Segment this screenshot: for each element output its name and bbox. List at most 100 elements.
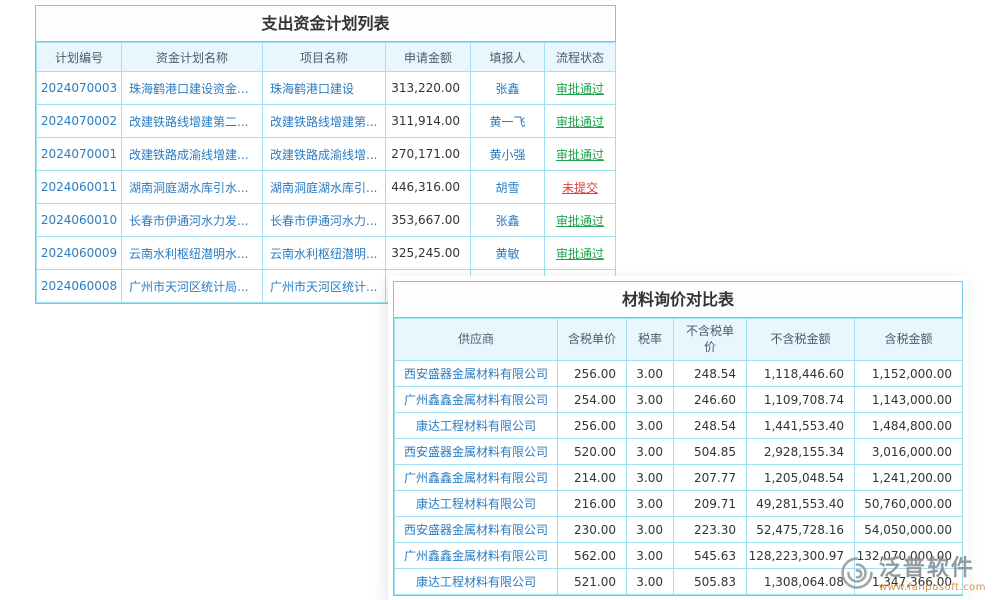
supplier-link[interactable]: 西安盛器金属材料有限公司 [395,439,558,465]
supplier-link[interactable]: 西安盛器金属材料有限公司 [395,361,558,387]
table-row[interactable]: 2024070001 改建铁路成渝线增建... 改建铁路成渝线增... 270,… [37,138,616,171]
table-row[interactable]: 康达工程材料有限公司 256.00 3.00 248.54 1,441,553.… [395,413,963,439]
plan-name-link[interactable]: 珠海鹤港口建设资金... [122,72,263,105]
project-name-link[interactable]: 珠海鹤港口建设 [263,72,386,105]
amount-excl-tax-value: 128,223,300.97 [747,543,855,569]
plan-name-link[interactable]: 云南水利枢纽潜明水... [122,237,263,270]
project-name-link[interactable]: 湖南洞庭湖水库引... [263,171,386,204]
project-name-link[interactable]: 广州市天河区统计... [263,270,386,303]
amount-excl-tax-value: 52,475,728.16 [747,517,855,543]
supplier-link[interactable]: 广州鑫鑫金属材料有限公司 [395,387,558,413]
project-name-link[interactable]: 长春市伊通河水力... [263,204,386,237]
amount-excl-tax-value: 2,928,155.34 [747,439,855,465]
supplier-link[interactable]: 广州鑫鑫金属材料有限公司 [395,465,558,491]
supplier-link[interactable]: 康达工程材料有限公司 [395,491,558,517]
plan-no-link[interactable]: 2024060010 [37,204,122,237]
filler-name: 张鑫 [471,204,545,237]
supplier-link[interactable]: 西安盛器金属材料有限公司 [395,517,558,543]
tax-rate-value: 3.00 [627,361,674,387]
amount-incl-tax-value: 50,760,000.00 [855,491,963,517]
flow-status-link[interactable]: 审批通过 [556,148,604,162]
price-excl-tax-value: 246.60 [674,387,747,413]
fanpu-logo-icon [840,556,874,594]
table-row[interactable]: 2024060010 长春市伊通河水力发... 长春市伊通河水力... 353,… [37,204,616,237]
amount-incl-tax-value: 1,143,000.00 [855,387,963,413]
plan-no-link[interactable]: 2024070002 [37,105,122,138]
flow-status-link[interactable]: 审批通过 [556,214,604,228]
project-name-link[interactable]: 改建铁路成渝线增... [263,138,386,171]
material-inquiry-table: 供应商 含税单价 税率 不含税单价 不含税金额 含税金额 西安盛器金属材料有限公… [394,318,963,595]
table-row[interactable]: 广州鑫鑫金属材料有限公司 214.00 3.00 207.77 1,205,04… [395,465,963,491]
plan-name-link[interactable]: 湖南洞庭湖水库引水... [122,171,263,204]
apply-amount-value: 311,914.00 [386,105,471,138]
price-incl-tax-value: 520.00 [558,439,627,465]
table-row[interactable]: 2024060009 云南水利枢纽潜明水... 云南水利枢纽潜明... 325,… [37,237,616,270]
price-incl-tax-value: 230.00 [558,517,627,543]
plan-name-link[interactable]: 长春市伊通河水力发... [122,204,263,237]
column-header-price-excl-tax: 不含税单价 [674,319,747,361]
price-incl-tax-value: 521.00 [558,569,627,595]
amount-incl-tax-value: 3,016,000.00 [855,439,963,465]
price-incl-tax-value: 256.00 [558,413,627,439]
column-header-price-incl-tax: 含税单价 [558,319,627,361]
column-header-amount-excl-tax: 不含税金额 [747,319,855,361]
filler-name: 黄一飞 [471,105,545,138]
plan-no-link[interactable]: 2024060011 [37,171,122,204]
table-row[interactable]: 2024070002 改建铁路线增建第二... 改建铁路线增建第... 311,… [37,105,616,138]
amount-incl-tax-value: 1,484,800.00 [855,413,963,439]
supplier-link[interactable]: 康达工程材料有限公司 [395,569,558,595]
price-excl-tax-value: 545.63 [674,543,747,569]
column-header-plan-no: 计划编号 [37,43,122,72]
material-inquiry-panel: 材料询价对比表 供应商 含税单价 税率 不含税单价 不含税金额 含税金额 西安盛… [393,281,963,596]
project-name-link[interactable]: 改建铁路线增建第... [263,105,386,138]
apply-amount-value: 353,667.00 [386,204,471,237]
column-header-project-name: 项目名称 [263,43,386,72]
table-row[interactable]: 康达工程材料有限公司 216.00 3.00 209.71 49,281,553… [395,491,963,517]
filler-name: 黄敏 [471,237,545,270]
table-row[interactable]: 2024070003 珠海鹤港口建设资金... 珠海鹤港口建设 313,220.… [37,72,616,105]
table-row[interactable]: 西安盛器金属材料有限公司 256.00 3.00 248.54 1,118,44… [395,361,963,387]
amount-incl-tax-value: 1,152,000.00 [855,361,963,387]
plan-no-link[interactable]: 2024060008 [37,270,122,303]
apply-amount-value: 313,220.00 [386,72,471,105]
filler-name: 张鑫 [471,72,545,105]
watermark-brand: 泛普软件 [879,557,986,581]
table-row[interactable]: 西安盛器金属材料有限公司 230.00 3.00 223.30 52,475,7… [395,517,963,543]
plan-name-link[interactable]: 改建铁路线增建第二... [122,105,263,138]
column-header-supplier: 供应商 [395,319,558,361]
tax-rate-value: 3.00 [627,543,674,569]
price-incl-tax-value: 216.00 [558,491,627,517]
table-row[interactable]: 广州鑫鑫金属材料有限公司 254.00 3.00 246.60 1,109,70… [395,387,963,413]
plan-no-link[interactable]: 2024070003 [37,72,122,105]
flow-status-link[interactable]: 审批通过 [556,247,604,261]
flow-status-link[interactable]: 审批通过 [556,115,604,129]
amount-excl-tax-value: 1,118,446.60 [747,361,855,387]
flow-status-link[interactable]: 审批通过 [556,82,604,96]
plan-no-link[interactable]: 2024060009 [37,237,122,270]
price-incl-tax-value: 562.00 [558,543,627,569]
flow-status-link[interactable]: 未提交 [562,181,598,195]
table-row[interactable]: 2024060011 湖南洞庭湖水库引水... 湖南洞庭湖水库引... 446,… [37,171,616,204]
expenditure-plan-title: 支出资金计划列表 [36,6,615,42]
project-name-link[interactable]: 云南水利枢纽潜明... [263,237,386,270]
table-row[interactable]: 西安盛器金属材料有限公司 520.00 3.00 504.85 2,928,15… [395,439,963,465]
column-header-amount-incl-tax: 含税金额 [855,319,963,361]
price-excl-tax-value: 248.54 [674,413,747,439]
price-excl-tax-value: 207.77 [674,465,747,491]
supplier-link[interactable]: 广州鑫鑫金属材料有限公司 [395,543,558,569]
column-header-filler: 填报人 [471,43,545,72]
tax-rate-value: 3.00 [627,439,674,465]
plan-name-link[interactable]: 改建铁路成渝线增建... [122,138,263,171]
price-excl-tax-value: 504.85 [674,439,747,465]
amount-incl-tax-value: 1,241,200.00 [855,465,963,491]
expenditure-plan-panel: 支出资金计划列表 计划编号 资金计划名称 项目名称 申请金额 填报人 流程状态 … [35,5,616,304]
plan-no-link[interactable]: 2024070001 [37,138,122,171]
column-header-flow-status: 流程状态 [545,43,616,72]
watermark-url: www.fanpusoft.com [879,582,986,593]
tax-rate-value: 3.00 [627,517,674,543]
amount-incl-tax-value: 54,050,000.00 [855,517,963,543]
amount-excl-tax-value: 1,441,553.40 [747,413,855,439]
tax-rate-value: 3.00 [627,569,674,595]
supplier-link[interactable]: 康达工程材料有限公司 [395,413,558,439]
plan-name-link[interactable]: 广州市天河区统计局... [122,270,263,303]
